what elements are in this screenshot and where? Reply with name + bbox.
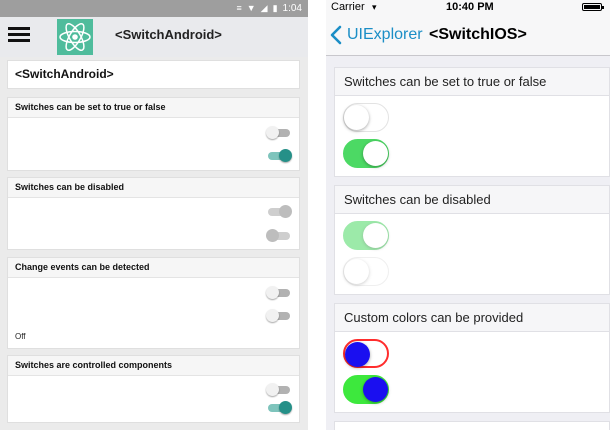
wifi-icon: ▾ <box>372 2 377 12</box>
page-title-card: <SwitchAndroid> <box>7 60 300 89</box>
section-controlled: Switches are controlled components <box>7 355 300 423</box>
switch-event-1[interactable] <box>266 285 292 301</box>
battery-icon <box>582 3 604 11</box>
switch-disabled-on <box>343 221 389 250</box>
section-true-false: Switches can be set to true or false <box>334 67 610 177</box>
switch-false[interactable] <box>266 125 292 141</box>
section-disabled: Switches can be disabled <box>334 185 610 295</box>
section-header: Switches can be disabled <box>335 186 609 214</box>
section-true-false: Switches can be set to true or false <box>7 97 300 171</box>
ios-status-time: 10:40 PM <box>446 1 494 13</box>
android-status-time: 1:04 <box>282 3 302 14</box>
section-header: Switches are controlled components <box>8 356 299 376</box>
section-disabled: Switches can be disabled <box>7 177 300 250</box>
switch-custom-green[interactable] <box>343 375 389 404</box>
switch-true[interactable] <box>343 139 389 168</box>
nav-title: <SwitchIOS> <box>429 26 527 43</box>
section-header: Custom colors can be provided <box>335 304 609 332</box>
wifi-icon: ▼ <box>246 3 256 13</box>
page-title: <SwitchAndroid> <box>15 67 114 81</box>
switch-disabled-on <box>266 204 292 220</box>
ios-navbar: UIExplorer <SwitchIOS> <box>326 14 610 56</box>
switch-controlled-1[interactable] <box>266 382 292 398</box>
battery-icon: ▮ <box>272 3 278 13</box>
back-label: UIExplorer <box>347 26 423 43</box>
section-header: Switches can be set to true or false <box>335 68 609 96</box>
signal-icon: ◢ <box>260 3 268 13</box>
android-status-bar: ≡ ▼ ◢ ▮ 1:04 <box>0 0 308 17</box>
switch-custom-red[interactable] <box>343 339 389 368</box>
switch-event-2[interactable] <box>266 308 292 324</box>
section-header: Change events can be detected <box>8 258 299 278</box>
notification-icon: ≡ <box>236 3 242 13</box>
android-screen: ≡ ▼ ◢ ▮ 1:04 <SwitchAndroid> <SwitchAndr… <box>0 0 308 430</box>
switch-controlled-2[interactable] <box>266 400 292 416</box>
chevron-left-icon <box>330 25 342 45</box>
ios-status-bar: Carrier ▾ 10:40 PM <box>326 0 610 14</box>
android-toolbar: <SwitchAndroid> <box>0 17 308 57</box>
section-change-events: Change events can be detected Off <box>7 257 300 349</box>
hamburger-menu-icon[interactable] <box>8 27 30 43</box>
react-logo-icon <box>57 19 93 55</box>
ios-screen: Carrier ▾ 10:40 PM UIExplorer <SwitchIOS… <box>326 0 610 430</box>
status-icons: ≡ ▼ ◢ ▮ 1:04 <box>236 0 302 17</box>
section-header: Switches can be disabled <box>8 178 299 198</box>
section-cutoff <box>334 421 610 430</box>
carrier-label: Carrier <box>331 1 365 13</box>
back-button[interactable]: UIExplorer <box>330 23 423 47</box>
switch-true[interactable] <box>266 148 292 164</box>
event-state-label: Off <box>15 332 26 341</box>
section-header: Switches can be set to true or false <box>8 98 299 118</box>
switch-false[interactable] <box>343 103 389 132</box>
toolbar-title: <SwitchAndroid> <box>115 27 222 42</box>
switch-disabled-off <box>343 257 389 286</box>
section-custom-colors: Custom colors can be provided <box>334 303 610 413</box>
switch-disabled-off <box>266 228 292 244</box>
